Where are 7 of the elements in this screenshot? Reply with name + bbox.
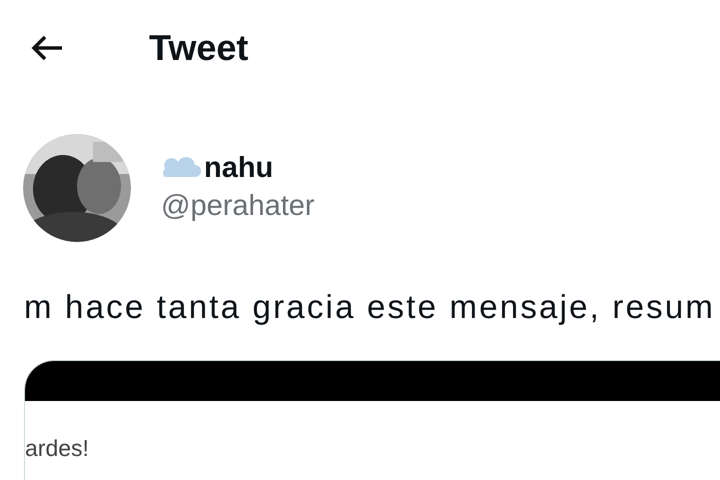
cloud-icon [161,157,201,179]
display-name: nahu [204,151,274,186]
back-icon[interactable] [30,34,64,62]
page-title: Tweet [149,26,248,70]
username: @perahater [161,189,315,224]
tweet-text: m hace tanta gracia este mensaje, resum [24,288,716,325]
message-text: ardes! [25,434,89,460]
